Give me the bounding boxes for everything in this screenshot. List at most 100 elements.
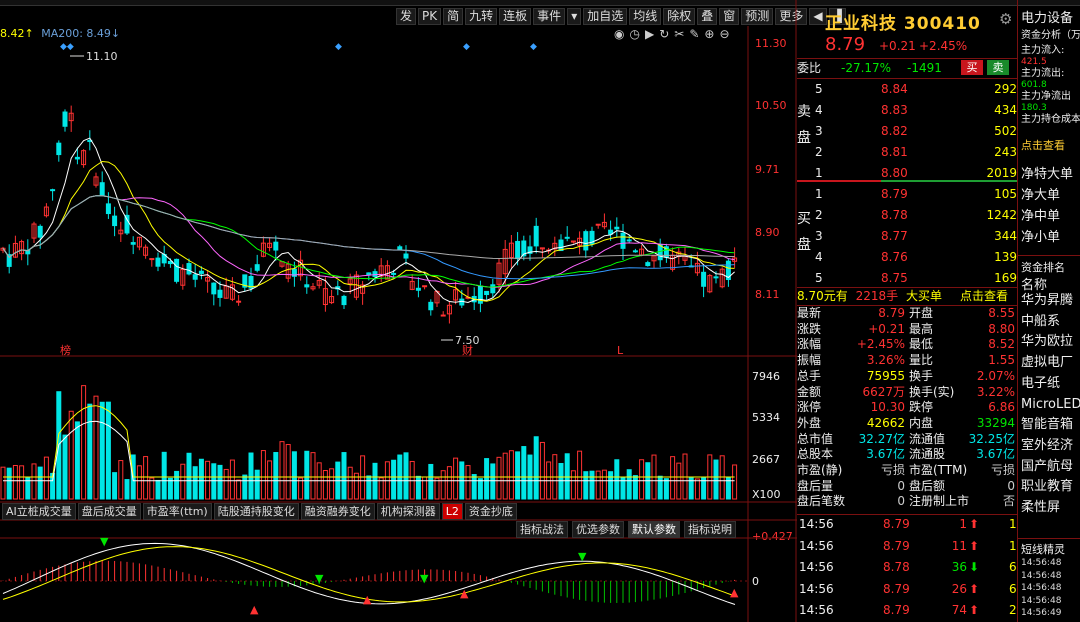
concept-item[interactable]: 国产航母 bbox=[1021, 457, 1080, 478]
tab-after-volume[interactable]: 盘后成交量 bbox=[77, 503, 141, 520]
concept-item[interactable]: 虚拟电厂 bbox=[1021, 353, 1080, 374]
stat-value: 6627万 bbox=[862, 384, 905, 399]
volume-bar bbox=[291, 451, 297, 500]
stat-label: 最新 bbox=[797, 306, 822, 320]
concept-item[interactable]: 电子纸 bbox=[1021, 374, 1080, 395]
bid-price: 8.76 bbox=[881, 250, 908, 264]
concept-item[interactable]: 华为欧拉 bbox=[1021, 332, 1080, 353]
concept-item[interactable]: 室外经济 bbox=[1021, 436, 1080, 457]
candle-body bbox=[415, 287, 421, 291]
ask-row[interactable]: 5 8.84 292 bbox=[815, 79, 1017, 100]
order-flow-item[interactable]: 净中单 bbox=[1021, 206, 1080, 227]
buy-button[interactable]: 买 bbox=[961, 60, 983, 75]
volume-bar bbox=[465, 465, 471, 500]
tick-volume: 36 bbox=[951, 560, 967, 574]
candle-body bbox=[273, 241, 279, 251]
volume-bar bbox=[112, 472, 118, 500]
bid-row[interactable]: 1 8.79 105 bbox=[815, 184, 1017, 205]
candle-body bbox=[397, 246, 403, 250]
order-flow-item[interactable]: 净大单 bbox=[1021, 185, 1080, 206]
short-line-title: 短线精灵 bbox=[1021, 543, 1065, 556]
tick-list[interactable]: 14:56 8.79 1 ⬆ 1 14:56 8.79 11 ⬆ 1 14:56 8.7… bbox=[797, 511, 1017, 621]
volume-bar bbox=[310, 452, 316, 500]
buy-signal-icon: ▲ bbox=[250, 603, 259, 616]
concept-item[interactable]: 柔性屏 bbox=[1021, 498, 1080, 519]
bid-row[interactable]: 2 8.78 1242 bbox=[815, 205, 1017, 226]
volume-bar bbox=[657, 475, 663, 500]
ask-row[interactable]: 2 8.81 243 bbox=[815, 142, 1017, 163]
stat-value: 亏损 bbox=[880, 463, 905, 477]
big-order-link[interactable]: 点击查看 bbox=[960, 287, 1008, 305]
settings-gear-icon[interactable]: ⚙ bbox=[999, 10, 1012, 28]
tab-pe-ttm[interactable]: 市盈率(ttm) bbox=[142, 503, 212, 520]
tab-margin[interactable]: 融资融券变化 bbox=[300, 503, 375, 520]
candle-body bbox=[105, 203, 111, 215]
candle-body bbox=[174, 258, 180, 282]
fund-analysis-title: 资金分析（万 bbox=[1021, 30, 1080, 41]
fund-click-link[interactable]: 点击查看 bbox=[1021, 137, 1065, 153]
stat-value: +0.21 bbox=[868, 321, 905, 336]
order-flow-item[interactable]: 净小单 bbox=[1021, 227, 1080, 248]
sell-button[interactable]: 卖 bbox=[987, 60, 1009, 75]
stat-row: 涨跌 +0.21 最高 8.80 bbox=[797, 321, 1017, 337]
tab-bottom-fish[interactable]: 资金抄底 bbox=[464, 503, 517, 520]
indicator-default-button[interactable]: 默认参数 bbox=[628, 521, 680, 538]
stat-row: 总股本 3.67亿 流通股 3.67亿 bbox=[797, 446, 1017, 462]
ask-levels: 5 8.84 292 4 8.83 434 3 8.82 502 2 8.81 243… bbox=[815, 79, 1017, 184]
concept-item[interactable]: 职业教育 bbox=[1021, 477, 1080, 498]
stat-value: 3.67亿 bbox=[866, 447, 905, 462]
indicator-tabs: AI立桩成交量 盘后成交量 市盈率(ttm) 陆股通持股变化 融资融券变化 机构… bbox=[2, 503, 517, 520]
volume-bar bbox=[570, 470, 576, 500]
volume-bar bbox=[403, 452, 409, 500]
tab-hk-connect[interactable]: 陆股通持股变化 bbox=[213, 503, 299, 520]
candle-body bbox=[56, 142, 62, 156]
high-marker: 11.10 bbox=[86, 50, 118, 63]
quote-panel: 正业科技 300410 ⚙ 8.79 +0.21 +2.45% 委比 -27.1… bbox=[797, 6, 1017, 622]
volume-bar bbox=[124, 479, 130, 500]
volume-bar bbox=[285, 444, 291, 500]
tab-institution[interactable]: 机构探测器 bbox=[376, 503, 440, 520]
bid-row[interactable]: 3 8.77 344 bbox=[815, 226, 1017, 247]
stat-row: 总手 75955 换手 2.07% bbox=[797, 368, 1017, 384]
volume-bar bbox=[205, 460, 211, 500]
sell-side-label: 卖盘 bbox=[797, 104, 811, 146]
bid-row[interactable]: 4 8.76 139 bbox=[815, 247, 1017, 268]
indicator-strategy-button[interactable]: 指标战法 bbox=[516, 521, 568, 538]
concept-item[interactable]: 中船系 bbox=[1021, 312, 1080, 333]
flow-value: 421.5 bbox=[1021, 57, 1047, 67]
ask-level: 3 bbox=[815, 124, 823, 138]
big-order-vol: 2218手 bbox=[855, 289, 899, 303]
tab-ai-volume[interactable]: AI立桩成交量 bbox=[2, 503, 76, 520]
concept-item[interactable]: MicroLED概 bbox=[1021, 395, 1080, 416]
tick-row: 14:56 8.79 26 ⬆ 6 bbox=[797, 579, 1017, 600]
stat-label: 总手 bbox=[797, 368, 822, 383]
ask-row[interactable]: 3 8.82 502 bbox=[815, 121, 1017, 142]
volume-bar bbox=[304, 450, 310, 500]
buy-signal-icon: ▲ bbox=[363, 593, 372, 606]
ask-level: 4 bbox=[815, 103, 823, 117]
stat-row: 振幅 3.26% 量比 1.55 bbox=[797, 352, 1017, 368]
volume-bar bbox=[81, 385, 87, 500]
volume-bar bbox=[217, 464, 223, 500]
industry-label[interactable]: 电力设备 bbox=[1021, 7, 1073, 26]
order-flow-item[interactable]: 净特大单 bbox=[1021, 164, 1080, 185]
indicator-help-button[interactable]: 指标说明 bbox=[684, 521, 736, 538]
candle-body bbox=[422, 285, 428, 288]
stat-value: 8.55 bbox=[988, 306, 1015, 320]
volume-bar bbox=[632, 475, 638, 500]
ask-price: 8.82 bbox=[881, 124, 908, 138]
bid-row[interactable]: 5 8.75 169 bbox=[815, 268, 1017, 289]
ask-row[interactable]: 4 8.83 434 bbox=[815, 100, 1017, 121]
bid-level: 1 bbox=[815, 187, 823, 201]
tab-l2-badge[interactable]: L2 bbox=[441, 503, 463, 520]
tick-volume: 11 bbox=[951, 538, 967, 553]
indicator-param-button[interactable]: 优选参数 bbox=[572, 521, 624, 538]
volume-bar bbox=[490, 463, 496, 500]
tick-extra: 6 bbox=[1009, 560, 1017, 574]
stat-value: 0 bbox=[897, 478, 905, 493]
candle-body bbox=[484, 290, 490, 296]
candle-body bbox=[50, 189, 56, 192]
candle-body bbox=[620, 232, 626, 249]
concept-item[interactable]: 华为昇腾 bbox=[1021, 291, 1080, 312]
concept-item[interactable]: 智能音箱 bbox=[1021, 415, 1080, 436]
